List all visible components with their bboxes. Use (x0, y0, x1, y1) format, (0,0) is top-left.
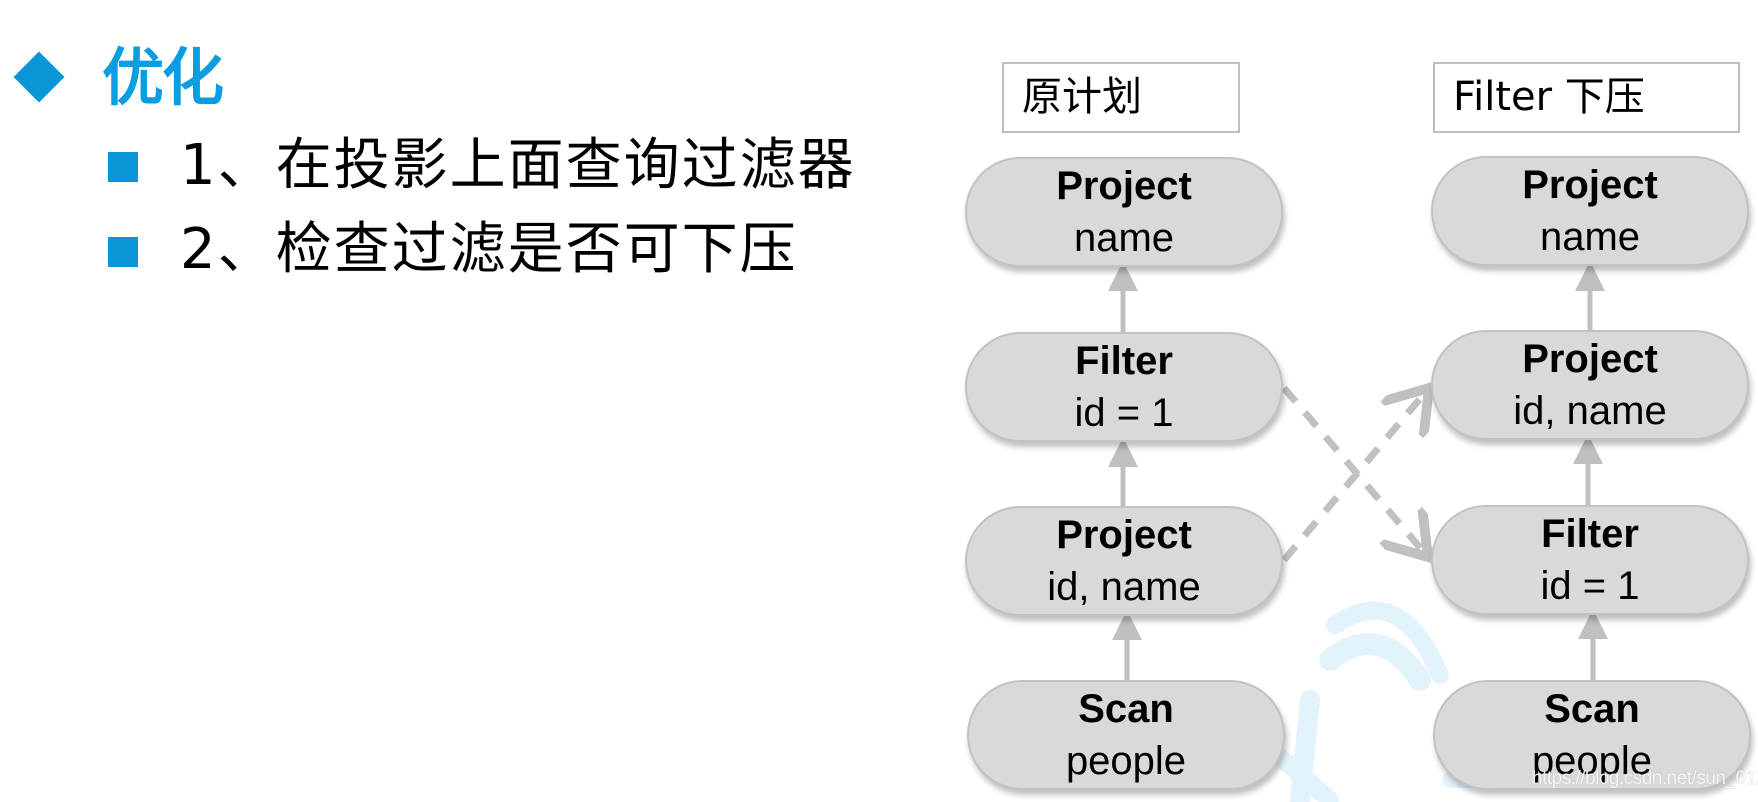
pushdown-node-filter: Filter id = 1 (1431, 505, 1749, 615)
node-argument: people (1065, 739, 1187, 783)
original-node-project-id-name: Project id, name (965, 506, 1283, 616)
node-operator: Project (1056, 513, 1192, 557)
original-node-filter: Filter id = 1 (965, 332, 1283, 442)
pushdown-plan-header: Filter 下压 (1433, 62, 1740, 133)
node-argument: id, name (1513, 389, 1667, 433)
node-operator: Scan (1078, 687, 1174, 731)
watermark-url: https://blog.csdn.net/sun_0128 (1532, 768, 1758, 789)
original-node-project-name: Project name (965, 157, 1283, 267)
node-operator: Project (1522, 337, 1658, 381)
node-argument: id, name (1047, 565, 1201, 609)
node-operator: Scan (1544, 687, 1640, 731)
pushdown-node-project-id-name: Project id, name (1431, 330, 1749, 440)
pushdown-node-project-name: Project name (1431, 156, 1749, 266)
original-node-scan: Scan people (967, 680, 1285, 790)
node-operator: Project (1056, 164, 1192, 208)
node-operator: Filter (1541, 512, 1639, 556)
node-operator: Filter (1075, 339, 1173, 383)
node-argument: id = 1 (1540, 564, 1640, 608)
original-plan-header: 原计划 (1002, 62, 1240, 133)
node-argument: name (1073, 216, 1175, 260)
node-operator: Project (1522, 163, 1658, 207)
node-argument: name (1539, 215, 1641, 259)
node-argument: id = 1 (1074, 391, 1174, 435)
